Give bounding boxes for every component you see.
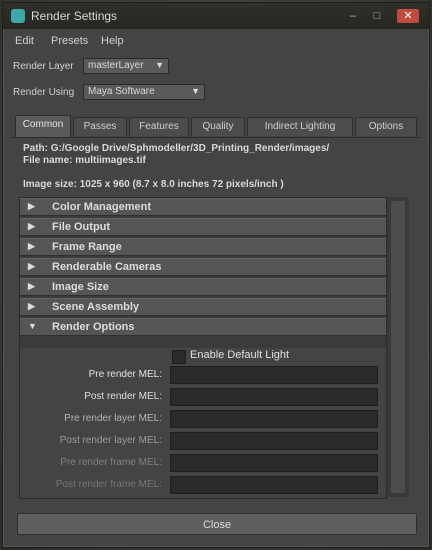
chevron-down-icon: ▼ (191, 86, 200, 96)
section-scene-assembly[interactable]: ▶ Scene Assembly (20, 298, 386, 316)
expand-arrow-icon: ▶ (28, 261, 35, 271)
menu-bar: Edit Presets Help (3, 31, 429, 51)
menu-help[interactable]: Help (101, 35, 124, 47)
window-title: Render Settings (31, 9, 118, 23)
close-button[interactable]: Close (17, 513, 417, 535)
enable-default-light-label: Enable Default Light (190, 349, 290, 361)
render-using-dropdown[interactable]: Maya Software ▼ (83, 84, 205, 100)
expand-arrow-icon: ▶ (28, 201, 35, 211)
tab-indirect-lighting[interactable]: Indirect Lighting (247, 117, 353, 136)
tab-passes[interactable]: Passes (73, 117, 127, 136)
pre-render-frame-mel-field[interactable] (170, 454, 378, 472)
pre-render-mel-label: Pre render MEL: (88, 369, 162, 380)
post-render-layer-mel-field[interactable] (170, 432, 378, 450)
section-label: Frame Range (52, 241, 122, 253)
section-frame-range[interactable]: ▶ Frame Range (20, 238, 386, 256)
expand-arrow-icon: ▶ (28, 281, 35, 291)
expand-arrow-icon: ▶ (28, 221, 35, 231)
scrollbar-thumb[interactable] (391, 201, 405, 493)
tab-bar: Common Passes Features Quality Indirect … (11, 115, 421, 138)
pre-render-mel-field[interactable] (170, 366, 378, 384)
post-render-mel-label: Post render MEL: (84, 391, 162, 402)
expand-arrow-icon: ▶ (28, 301, 35, 311)
post-render-frame-mel-field[interactable] (170, 476, 378, 494)
section-image-size[interactable]: ▶ Image Size (20, 278, 386, 296)
output-path: Path: G:/Google Drive/Sphmodeller/3D_Pri… (23, 143, 373, 167)
section-renderable-cameras[interactable]: ▶ Renderable Cameras (20, 258, 386, 276)
section-color-management[interactable]: ▶ Color Management (20, 198, 386, 216)
menu-edit[interactable]: Edit (15, 35, 34, 47)
settings-scrollbar[interactable] (387, 197, 409, 497)
section-label: Image Size (52, 281, 109, 293)
tab-quality[interactable]: Quality (191, 117, 245, 136)
section-label: Color Management (52, 201, 152, 213)
post-render-layer-mel-label: Post render layer MEL: (59, 435, 162, 446)
app-icon (11, 9, 25, 23)
render-options-body: Enable Default Light Pre render MEL: Pos… (20, 348, 386, 498)
output-path-line: Path: G:/Google Drive/Sphmodeller/3D_Pri… (23, 143, 330, 154)
render-layer-label: Render Layer (13, 61, 74, 72)
tab-features[interactable]: Features (129, 117, 189, 136)
settings-panel: ▶ Color Management ▶ File Output ▶ Frame… (19, 197, 387, 499)
minimize-icon[interactable]: – (345, 9, 361, 23)
expand-arrow-icon: ▶ (28, 241, 35, 251)
collapse-arrow-icon: ▼ (28, 321, 37, 331)
render-layer-value: masterLayer (88, 60, 144, 71)
maximize-icon[interactable]: □ (369, 9, 385, 23)
render-layer-dropdown[interactable]: masterLayer ▼ (83, 58, 169, 74)
pre-render-layer-mel-field[interactable] (170, 410, 378, 428)
render-using-value: Maya Software (88, 86, 155, 97)
section-label: Scene Assembly (52, 301, 140, 313)
image-size-summary: Image size: 1025 x 960 (8.7 x 8.0 inches… (23, 179, 284, 190)
menu-presets[interactable]: Presets (51, 35, 88, 47)
post-render-mel-field[interactable] (170, 388, 378, 406)
section-render-options[interactable]: ▼ Render Options (20, 318, 386, 336)
enable-default-light-checkbox[interactable] (172, 350, 186, 364)
section-file-output[interactable]: ▶ File Output (20, 218, 386, 236)
section-label: Render Options (52, 321, 135, 333)
close-icon[interactable]: ✕ (397, 9, 419, 23)
render-settings-window: Render Settings – □ ✕ Edit Presets Help … (2, 2, 430, 548)
section-label: File Output (52, 221, 111, 233)
tab-options[interactable]: Options (355, 117, 417, 136)
tab-common[interactable]: Common (15, 115, 71, 137)
chevron-down-icon: ▼ (155, 60, 164, 70)
title-bar[interactable]: Render Settings – □ ✕ (3, 3, 429, 29)
post-render-frame-mel-label: Post render frame MEL: (55, 479, 162, 490)
section-label: Renderable Cameras (52, 261, 162, 273)
render-using-label: Render Using (13, 87, 75, 98)
pre-render-frame-mel-label: Pre render frame MEL: (60, 457, 162, 468)
output-file-name: File name: multiimages.tif (23, 155, 146, 166)
pre-render-layer-mel-label: Pre render layer MEL: (64, 413, 162, 424)
